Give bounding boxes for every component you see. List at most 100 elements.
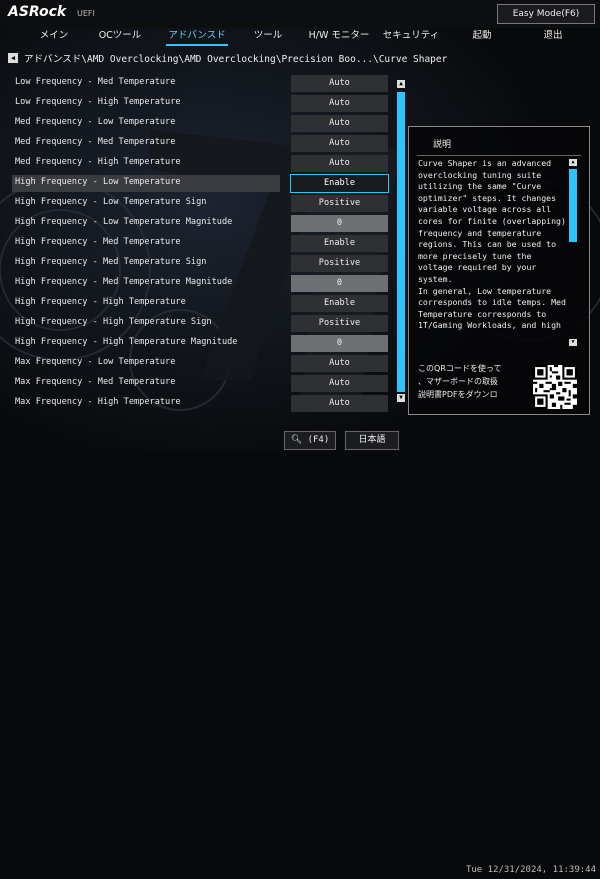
setting-row[interactable]: Max Frequency - High Temperature Auto xyxy=(0,395,400,413)
search-shortcut-label: (F4) xyxy=(307,435,330,445)
setting-value[interactable]: Positive xyxy=(291,195,388,212)
magnifier-icon: 🔍︎ xyxy=(290,435,303,445)
setting-label: High Frequency - Med Temperature xyxy=(15,237,181,247)
top-bar: ASRock UEFI Easy Mode(F6) xyxy=(0,0,600,28)
divider xyxy=(417,155,581,156)
setting-value[interactable]: Auto xyxy=(291,375,388,392)
setting-value[interactable]: Auto xyxy=(291,135,388,152)
setting-row[interactable]: High Frequency - Med Temperature Enable xyxy=(0,235,400,253)
setting-label: Low Frequency - Med Temperature xyxy=(15,77,176,87)
setting-row[interactable]: Max Frequency - Low Temperature Auto xyxy=(0,355,400,373)
main-menu: メイン OCツール アドバンスド ツール H/W モニター セキュリティ 起動 … xyxy=(0,28,600,46)
setting-label: High Frequency - Med Temperature Magnitu… xyxy=(15,277,233,287)
scroll-up-icon[interactable]: ▲ xyxy=(397,80,405,88)
description-text: Curve Shaper is an advanced overclocking… xyxy=(418,158,566,346)
menu-item-advanced[interactable]: アドバンスド xyxy=(166,28,228,46)
setting-label: Med Frequency - Med Temperature xyxy=(15,137,176,147)
setting-value-input[interactable]: 0 xyxy=(291,215,388,232)
description-title: 説明 xyxy=(433,140,452,150)
setting-row[interactable]: High Frequency - Med Temperature Sign Pos… xyxy=(0,255,400,273)
setting-value[interactable]: Auto xyxy=(291,355,388,372)
setting-row[interactable]: High Frequency - High Temperature Enable xyxy=(0,295,400,313)
setting-value-input[interactable]: 0 xyxy=(291,335,388,352)
setting-row[interactable]: Med Frequency - Low Temperature Auto xyxy=(0,115,400,133)
setting-label: High Frequency - High Temperature xyxy=(15,297,186,307)
description-line: Temperature corresponds to xyxy=(418,308,547,319)
menu-item-tool[interactable]: ツール xyxy=(250,28,286,46)
setting-label: Med Frequency - High Temperature xyxy=(15,157,181,167)
setting-label: High Frequency - High Temperature Sign xyxy=(15,317,212,327)
scrollbar-thumb[interactable] xyxy=(397,92,405,392)
setting-row[interactable]: Max Frequency - Med Temperature Auto xyxy=(0,375,400,393)
description-line: 1T/Gaming Workloads, and high xyxy=(418,320,561,331)
setting-value[interactable]: Enable xyxy=(290,174,389,193)
setting-label: High Frequency - Med Temperature Sign xyxy=(15,257,207,267)
menu-item-oc-tweaker[interactable]: OCツール xyxy=(96,28,144,46)
menu-item-boot[interactable]: 起動 xyxy=(466,28,498,46)
setting-value-input[interactable]: 0 xyxy=(291,275,388,292)
description-line: optimizer" steps. It changes xyxy=(418,192,557,203)
setting-value[interactable]: Positive xyxy=(291,315,388,332)
qr-code-icon xyxy=(533,365,577,409)
setting-row-selected[interactable]: High Frequency - Low Temperature Enable xyxy=(0,174,400,193)
description-scrollbar[interactable]: ▲ ▼ xyxy=(569,159,577,347)
setting-label: Med Frequency - Low Temperature xyxy=(15,117,176,127)
setting-label: Max Frequency - Low Temperature xyxy=(15,357,176,367)
qr-caption: このQRコードを使って 、マザーボードの取扱 説明書PDFをダウンロ xyxy=(418,362,528,401)
description-line: In general, Low temperature xyxy=(418,285,552,296)
menu-item-security[interactable]: セキュリティ xyxy=(382,28,440,46)
search-button[interactable]: 🔍︎ (F4) xyxy=(284,431,336,450)
setting-value[interactable]: Enable xyxy=(291,235,388,252)
uefi-label: UEFI xyxy=(77,9,95,18)
settings-scrollbar[interactable]: ▲ ▼ xyxy=(397,80,405,415)
setting-value[interactable]: Auto xyxy=(291,75,388,92)
description-line: Curve Shaper is an advanced xyxy=(418,158,552,168)
setting-row[interactable]: Med Frequency - High Temperature Auto xyxy=(0,155,400,173)
scroll-up-icon[interactable]: ▲ xyxy=(569,159,577,166)
setting-value[interactable]: Auto xyxy=(291,155,388,172)
menu-item-hw-monitor[interactable]: H/W モニター xyxy=(308,28,370,46)
scroll-down-icon[interactable]: ▼ xyxy=(397,394,405,402)
breadcrumb-path: アドバンスド\AMD Overclocking\AMD Overclocking… xyxy=(24,54,448,65)
qr-caption-line: このQRコードを使って xyxy=(418,364,502,373)
setting-label: Low Frequency - High Temperature xyxy=(15,97,181,107)
setting-row[interactable]: High Frequency - High Temperature Magnit… xyxy=(0,335,400,353)
scroll-down-icon[interactable]: ▼ xyxy=(569,339,577,346)
back-arrow-icon[interactable]: ◀ xyxy=(8,53,18,63)
setting-label: High Frequency - Low Temperature Magnitu… xyxy=(15,217,233,227)
qr-caption-line: 、マザーボードの取扱 xyxy=(418,377,498,386)
description-line: cores for finite (overlapping) xyxy=(418,215,566,226)
description-line: more precisely tune the xyxy=(418,250,532,261)
setting-row[interactable]: High Frequency - Med Temperature Magnitu… xyxy=(0,275,400,293)
setting-value[interactable]: Auto xyxy=(291,115,388,132)
easy-mode-button[interactable]: Easy Mode(F6) xyxy=(497,4,595,24)
setting-row[interactable]: Med Frequency - Med Temperature Auto xyxy=(0,135,400,153)
description-panel: 説明 Curve Shaper is an advanced overclock… xyxy=(408,126,590,415)
description-line: regions. This can be used to xyxy=(418,239,557,250)
setting-row[interactable]: High Frequency - Low Temperature Magnitu… xyxy=(0,215,400,233)
setting-label: High Frequency - High Temperature Magnit… xyxy=(15,337,238,347)
description-line: frequency and temperature xyxy=(418,227,542,238)
setting-row[interactable]: High Frequency - High Temperature Sign Po… xyxy=(0,315,400,333)
active-tab-underline xyxy=(166,44,228,46)
qr-caption-line: 説明書PDFをダウンロ xyxy=(418,390,498,399)
menu-item-exit[interactable]: 退出 xyxy=(537,28,569,46)
language-button[interactable]: 日本語 xyxy=(345,431,399,450)
setting-value[interactable]: Enable xyxy=(291,295,388,312)
setting-row[interactable]: Low Frequency - Med Temperature Auto xyxy=(0,75,400,93)
description-line: voltage required by your xyxy=(418,262,537,273)
scrollbar-thumb[interactable] xyxy=(569,169,577,242)
asrock-logo: ASRock xyxy=(8,4,67,20)
setting-value[interactable]: Auto xyxy=(291,395,388,412)
description-line: variable voltage across all xyxy=(418,204,552,215)
setting-row[interactable]: High Frequency - Low Temperature Sign Pos… xyxy=(0,195,400,213)
setting-label: High Frequency - Low Temperature xyxy=(15,177,181,187)
description-line: overclocking tuning suite xyxy=(418,169,542,180)
date-time: Tue 12/31/2024, 11:39:44 xyxy=(465,865,596,875)
footer-bar: 🔍︎ (F4) 日本語 Tue 12/31/2024, 11:39:44 xyxy=(0,431,600,875)
setting-value[interactable]: Positive xyxy=(291,255,388,272)
setting-row[interactable]: Low Frequency - High Temperature Auto xyxy=(0,95,400,113)
breadcrumb: ◀ アドバンスド\AMD Overclocking\AMD Overclockin… xyxy=(8,51,447,65)
menu-item-main[interactable]: メイン xyxy=(38,28,70,46)
setting-value[interactable]: Auto xyxy=(291,95,388,112)
